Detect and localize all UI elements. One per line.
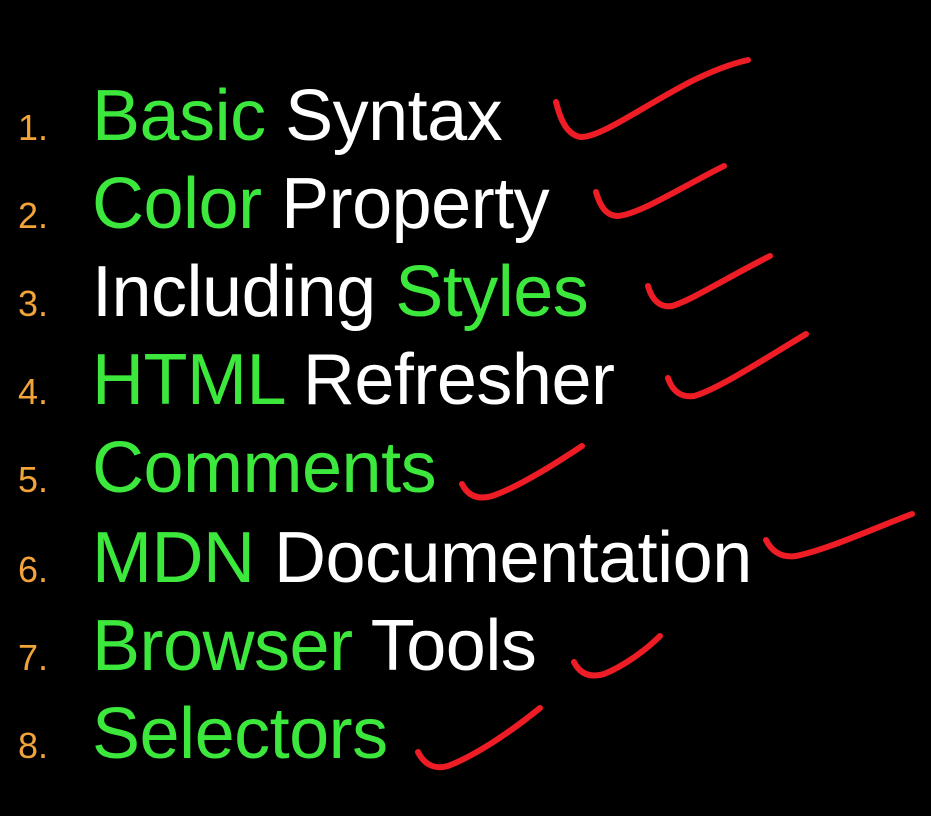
handwritten-checkmark-icon [415,705,543,771]
list-item: 4. HTML Refresher [18,336,615,424]
list-item-title: Color Property [92,160,550,248]
list-item-title: Including Styles [92,248,589,336]
list-item-title-part: Color [92,164,262,244]
list-item-title-part: HTML [92,340,284,420]
list-item: 6. MDN Documentation [18,514,752,602]
list-item-title: Comments [92,424,437,512]
list-item-title: MDN Documentation [92,514,752,602]
list-item-title-part: MDN [92,518,255,598]
slide: 1. Basic Syntax 2. Color Property 3. Includin… [0,0,931,816]
list-item-title-part: Styles [375,252,589,332]
handwritten-checkmark-icon [553,57,751,140]
list-item-title: Browser Tools [92,602,537,690]
list-item-number: 1. [18,107,49,148]
list-item-number: 6. [18,549,49,590]
list-item: 7. Browser Tools [18,602,537,690]
list-item-title: Basic Syntax [92,72,503,160]
list-item-title-part: Syntax [265,76,503,156]
list-item: 8. Selectors [18,690,388,778]
list-item-title-part: Tools [352,606,537,686]
list-item: 3. Including Styles [18,248,589,336]
list-item-title-part: Browser [92,606,353,686]
handwritten-checkmark-icon [571,633,663,679]
list-item-number: 3. [18,283,49,324]
list-item-title-part: Selectors [92,694,388,774]
list-item-number: 5. [18,459,49,500]
list-item: 2. Color Property [18,160,550,248]
handwritten-checkmark-icon [459,443,585,501]
list-item-number: 8. [18,725,49,766]
list-item-number: 2. [18,195,49,236]
handwritten-checkmark-icon [763,511,915,560]
list-item-number: 4. [18,371,49,412]
list-item: 5. Comments [18,424,437,512]
list-item: 1. Basic Syntax [18,72,503,160]
list-item-title-part: Documentation [254,518,752,598]
handwritten-checkmark-icon [665,331,809,400]
list-item-number: 7. [18,637,49,678]
handwritten-checkmark-icon [645,253,773,310]
list-item-title-part: Comments [92,428,437,508]
list-item-title: Selectors [92,690,388,778]
list-item-title-part: Property [261,164,550,244]
handwritten-checkmark-icon [593,163,727,219]
list-item-title: HTML Refresher [92,336,615,424]
list-item-title-part: Including [92,252,376,332]
list-item-title-part: Basic [92,76,266,156]
list-item-title-part: Refresher [283,340,615,420]
